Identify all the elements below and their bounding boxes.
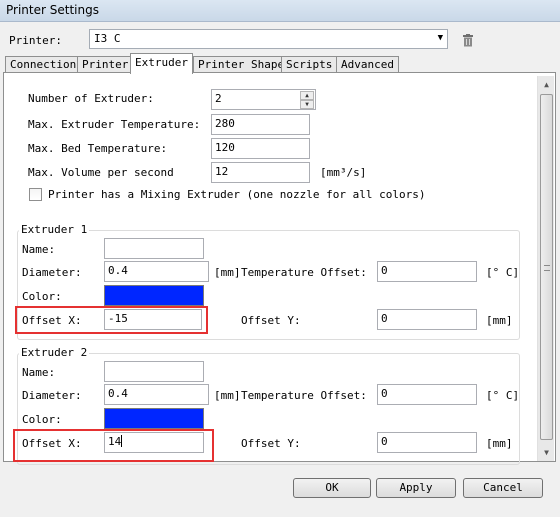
extruder-2-diameter-value: 0.4 [108,387,128,400]
extruder-2-offset-x-value: 14 [108,435,122,448]
printer-dropdown-value: I3 C [94,32,121,45]
extruder-2-diameter-label: Diameter: [22,389,82,402]
extruder-1-title: Extruder 1 [19,223,90,236]
cancel-button-label: Cancel [483,481,523,494]
extruder-1-offset-y-input[interactable]: 0 [377,309,477,330]
ok-button-label: OK [325,481,339,494]
max-volume-input[interactable]: 12 [211,162,310,183]
extruder-2-offset-y-value: 0 [381,435,388,448]
max-bed-temp-value: 120 [215,141,235,154]
text-caret [121,435,123,447]
extruder-1-temp-offset-value: 0 [381,264,388,277]
extruder-2-name-label: Name: [22,366,56,379]
max-bed-temp-input[interactable]: 120 [211,138,310,159]
num-extruder-label: Number of Extruder: [28,92,154,105]
extruder-2-offset-x-input[interactable]: 14 [104,432,204,453]
num-extruder-value: 2 [215,92,222,105]
tab-label: Advanced [341,58,394,71]
spin-up-icon[interactable]: ▲ [300,91,314,100]
ok-button[interactable]: OK [293,478,371,498]
tab-advanced[interactable]: Advanced [336,56,399,73]
extruder-2-diameter-input[interactable]: 0.4 [104,384,209,405]
extruder-1-temp-offset-input[interactable]: 0 [377,261,477,282]
max-extruder-temp-label: Max. Extruder Temperature: [28,118,201,131]
extruder-1-diameter-input[interactable]: 0.4 [104,261,209,282]
tab-label: Connection [10,58,77,71]
scrollbar-thumb[interactable] [540,94,553,440]
apply-button[interactable]: Apply [376,478,456,498]
extruder-tab-panel: ▲ ▼ Number of Extruder: 2 ▲ ▼ Max. Extru… [3,72,556,465]
scroll-up-icon[interactable]: ▲ [538,76,555,93]
extruder-1-offset-x-value: -15 [108,312,128,325]
max-extruder-temp-value: 280 [215,117,235,130]
extruder-2-offset-y-label: Offset Y: [241,437,301,450]
extruder-1-color-label: Color: [22,290,62,303]
extruder-2-title: Extruder 2 [19,346,90,359]
tab-printer-shape[interactable]: Printer Shape [193,56,290,73]
mixing-extruder-label[interactable]: Printer has a Mixing Extruder (one nozzl… [48,188,426,201]
tab-label: Scripts [286,58,333,71]
max-bed-temp-label: Max. Bed Temperature: [28,142,168,155]
tab-label: Extruder [135,56,188,69]
extruder-1-temp-offset-unit: [° C] [486,266,520,279]
extruder-2-color-button[interactable] [104,408,204,429]
extruder-1-offset-y-unit: [mm] [486,314,513,327]
apply-button-label: Apply [399,481,433,494]
max-volume-label: Max. Volume per second [28,166,174,179]
extruder-2-offset-y-input[interactable]: 0 [377,432,477,453]
max-extruder-temp-input[interactable]: 280 [211,114,310,135]
extruder-1-offset-y-value: 0 [381,312,388,325]
extruder-2-name-input[interactable] [104,361,204,382]
tab-label: Printer Shape [198,58,285,71]
extruder-1-offset-y-label: Offset Y: [241,314,301,327]
printer-dropdown[interactable]: I3 C ▼ [89,29,448,49]
tab-connection[interactable]: Connection [5,56,82,73]
max-volume-value: 12 [215,165,229,178]
extruder-2-temp-offset-unit: [° C] [486,389,520,402]
extruder-1-diameter-unit: [mm] [214,266,241,279]
extruder-2-color-label: Color: [22,413,62,426]
title-bar: Printer Settings [0,0,560,22]
tab-scripts[interactable]: Scripts [281,56,338,73]
extruder-1-name-label: Name: [22,243,56,256]
extruder-1-name-input[interactable] [104,238,204,259]
extruder-2-temp-offset-value: 0 [381,387,388,400]
vertical-scrollbar[interactable]: ▲ ▼ [537,76,554,461]
extruder-2-temp-offset-label: Temperature Offset: [241,389,367,402]
mixing-extruder-checkbox[interactable] [29,188,42,201]
trash-icon[interactable] [462,34,474,47]
tab-printer[interactable]: Printer [77,56,134,73]
extruder-1-offset-x-label: Offset X: [22,314,82,327]
extruder-1-color-button[interactable] [104,285,204,306]
scroll-grip-icon [544,265,550,271]
printer-settings-window: Printer Settings Printer: I3 C ▼ Connect… [0,0,560,517]
tab-label: Printer [82,58,129,71]
chevron-down-icon: ▼ [437,33,443,43]
spin-down-icon[interactable]: ▼ [300,100,314,109]
extruder-2-offset-x-label: Offset X: [22,437,82,450]
extruder-1-offset-x-input[interactable]: -15 [104,309,202,330]
extruder-2-temp-offset-input[interactable]: 0 [377,384,477,405]
window-title: Printer Settings [6,3,99,17]
cancel-button[interactable]: Cancel [463,478,543,498]
scroll-down-icon[interactable]: ▼ [538,444,555,461]
extruder-2-offset-y-unit: [mm] [486,437,513,450]
max-volume-unit: [mm³/s] [320,166,367,179]
extruder-2-diameter-unit: [mm] [214,389,241,402]
extruder-1-temp-offset-label: Temperature Offset: [241,266,367,279]
printer-label: Printer: [9,34,62,47]
extruder-1-diameter-value: 0.4 [108,264,128,277]
extruder-1-diameter-label: Diameter: [22,266,82,279]
tab-extruder[interactable]: Extruder [130,53,193,74]
